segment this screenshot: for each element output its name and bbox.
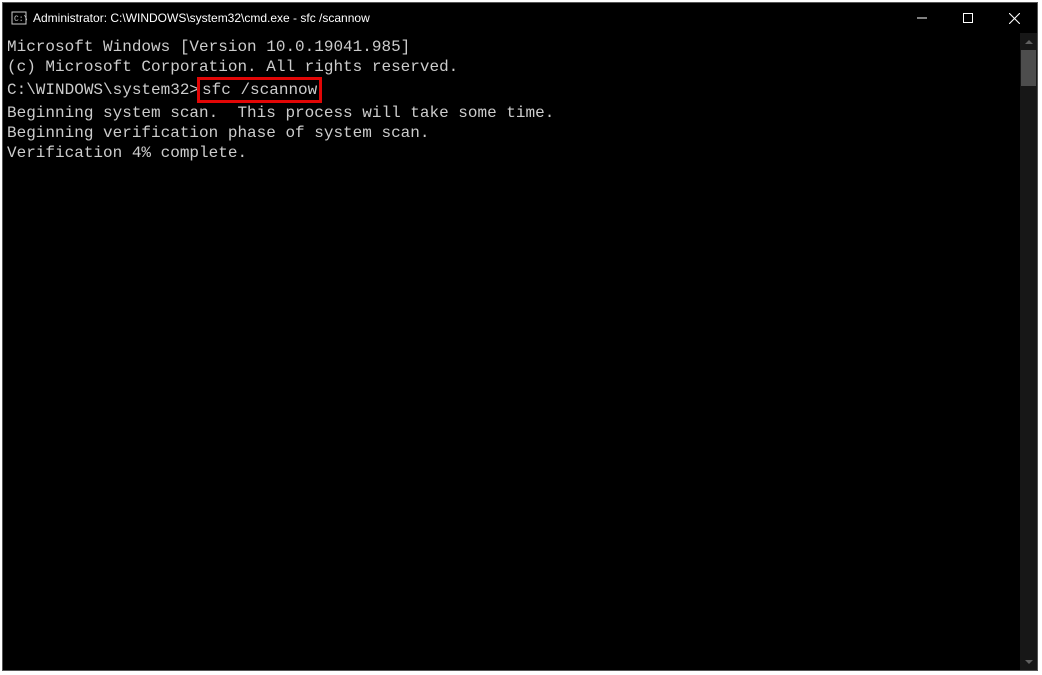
prompt-text: C:\WINDOWS\system32> [7,81,199,99]
minimize-button[interactable] [899,3,945,33]
maximize-button[interactable] [945,3,991,33]
scroll-up-button[interactable] [1020,33,1037,50]
terminal-content[interactable]: Microsoft Windows [Version 10.0.19041.98… [3,33,1020,670]
close-button[interactable] [991,3,1037,33]
svg-text:C:\: C:\ [14,15,27,24]
cmd-window: C:\ Administrator: C:\WINDOWS\system32\c… [2,2,1038,671]
output-line: Beginning system scan. This process will… [7,103,1020,123]
window-title: Administrator: C:\WINDOWS\system32\cmd.e… [33,11,899,25]
cmd-icon: C:\ [11,10,27,26]
command-highlight: sfc /scannow [197,77,322,103]
scroll-thumb[interactable] [1021,50,1036,86]
window-controls [899,3,1037,33]
titlebar[interactable]: C:\ Administrator: C:\WINDOWS\system32\c… [3,3,1037,33]
vertical-scrollbar[interactable] [1020,33,1037,670]
scroll-track[interactable] [1020,50,1037,653]
output-line: (c) Microsoft Corporation. All rights re… [7,57,1020,77]
output-line: Verification 4% complete. [7,143,1020,163]
output-line: Microsoft Windows [Version 10.0.19041.98… [7,37,1020,57]
scroll-down-button[interactable] [1020,653,1037,670]
output-line: Beginning verification phase of system s… [7,123,1020,143]
prompt-line: C:\WINDOWS\system32>sfc /scannow [7,77,1020,103]
terminal-body: Microsoft Windows [Version 10.0.19041.98… [3,33,1037,670]
